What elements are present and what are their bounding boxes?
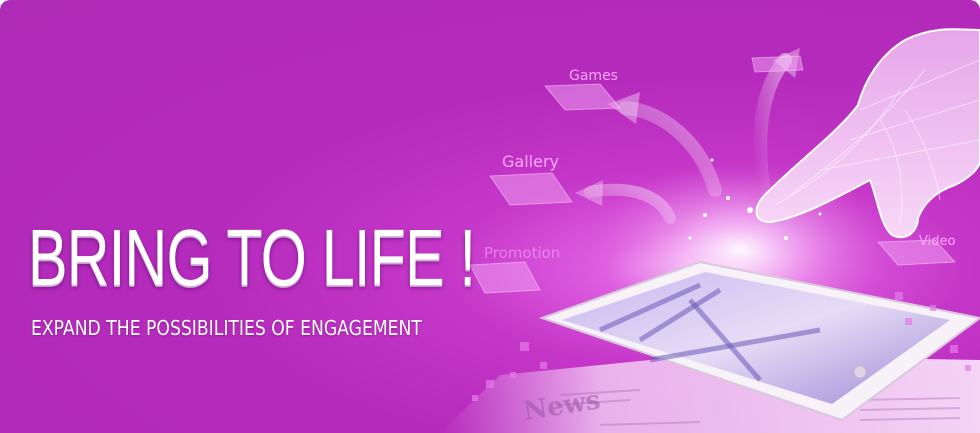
hero-banner: News Games Gallery Promotion Video BRING…	[0, 0, 980, 433]
arrow-head-icon	[575, 180, 603, 206]
games-label: Games	[569, 68, 618, 84]
gallery-label: Gallery	[502, 152, 559, 171]
headline: BRING TO LIFE !	[28, 213, 476, 302]
promotion-label: Promotion	[484, 244, 561, 262]
video-label: Video	[919, 234, 956, 249]
subheadline: EXPAND THE POSSIBILITIES OF ENGAGEMENT	[31, 316, 422, 340]
